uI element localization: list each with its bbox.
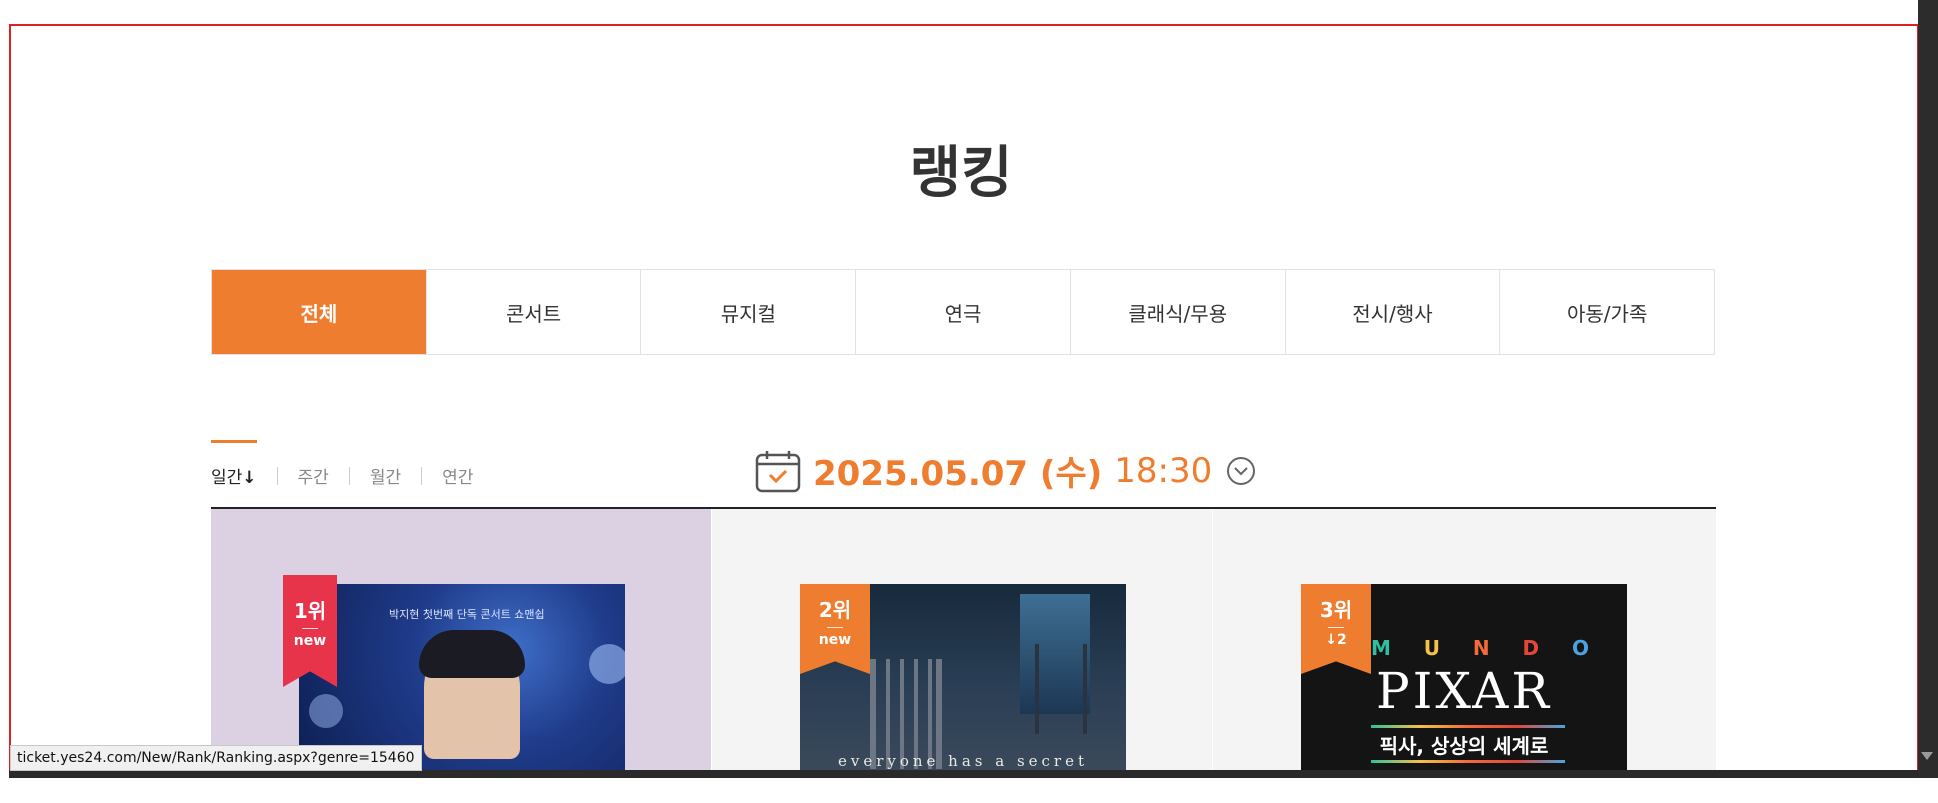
rank-number: 1위	[293, 599, 327, 623]
badge-divider	[1328, 627, 1344, 628]
bokeh-light	[589, 644, 625, 684]
period-divider	[276, 466, 278, 485]
ranking-date: 2025.05.07 (수)	[813, 454, 1103, 494]
rank-change: new	[293, 633, 327, 649]
genre-tab-exhibition[interactable]: 전시/행사	[1284, 270, 1500, 354]
genre-tabs: 전체 콘서트 뮤지컬 연극 클래식/무용 전시/행사 아동/가족	[211, 269, 1715, 355]
genre-tab-play[interactable]: 연극	[855, 270, 1070, 354]
link-status-bar: ticket.yes24.com/New/Rank/Ranking.aspx?g…	[10, 745, 422, 771]
page-title: 랭킹	[909, 141, 1013, 206]
period-tab-yearly[interactable]: 연간	[442, 463, 473, 488]
bokeh-light	[309, 694, 343, 728]
poster-pixar-subtitle: 픽사, 상상의 세계로	[1379, 734, 1549, 758]
ranking-time: 18:30	[1114, 450, 1213, 491]
mundo-letter: N	[1472, 636, 1492, 660]
rank-number: 3위	[1319, 598, 1353, 622]
mundo-letter: M	[1371, 636, 1393, 660]
poster-rainbow-line	[1371, 725, 1565, 728]
calendar-icon	[755, 450, 801, 492]
badge-divider	[302, 628, 318, 629]
poster-rainbow-line	[1371, 760, 1565, 763]
sort-down-arrow: ↓	[242, 468, 257, 488]
badge-divider	[827, 627, 843, 628]
vertical-scrollbar[interactable]	[1918, 0, 1938, 778]
poster-pixar-title: PIXAR	[1376, 662, 1552, 720]
ranking-date-selector: 2025.05.07 (수) 18:30	[755, 446, 1256, 495]
rank-item-1[interactable]: 박지현 첫번째 단독 콘서트 쇼맨쉽 1위 new	[211, 509, 711, 772]
rank-item-2[interactable]: everyone has a secret 2위 new	[712, 509, 1212, 772]
rank-change: new	[818, 632, 852, 648]
rank-number: 2위	[818, 598, 852, 622]
period-tab-daily-label: 일간	[211, 468, 243, 488]
rank-badge-1: 1위 new	[283, 575, 337, 687]
rank-change: ↓2	[1325, 632, 1347, 648]
rank-badge-3: 3위 ↓2	[1301, 584, 1371, 674]
period-tabs: 일간↓ 주간 월간 연간	[211, 463, 473, 488]
period-tab-weekly[interactable]: 주간	[298, 463, 329, 488]
mundo-letter: D	[1522, 636, 1542, 660]
rank-badge-2: 2위 new	[800, 584, 870, 674]
genre-tab-all[interactable]: 전체	[212, 270, 426, 354]
period-tab-daily[interactable]: 일간↓	[211, 463, 257, 488]
poster-mundo: M U N D O	[1371, 636, 1591, 660]
rank-item-3[interactable]: M U N D O PIXAR 픽사, 상상의 세계로 3위 ↓2	[1213, 509, 1716, 772]
poster-rank-2-caption: everyone has a secret	[837, 752, 1089, 770]
genre-tab-kids-family[interactable]: 아동/가족	[1499, 270, 1714, 354]
mundo-letter: O	[1571, 636, 1591, 660]
mundo-letter: U	[1423, 636, 1443, 660]
scroll-down-icon[interactable]	[1921, 752, 1933, 760]
performer-hair	[419, 630, 525, 678]
period-divider	[348, 466, 350, 485]
period-divider	[421, 466, 423, 485]
chevron-down-icon[interactable]	[1226, 456, 1256, 486]
genre-tab-musical[interactable]: 뮤지컬	[640, 270, 855, 354]
period-tab-underline	[211, 440, 257, 443]
genre-tab-concert[interactable]: 콘서트	[425, 270, 641, 354]
poster-chair	[1035, 644, 1087, 734]
poster-rank-1[interactable]: 박지현 첫번째 단독 콘서트 쇼맨쉽	[299, 584, 625, 772]
horizontal-scrollbar[interactable]	[9, 770, 1919, 778]
genre-tab-classic-dance[interactable]: 클래식/무용	[1069, 270, 1285, 354]
period-tab-monthly[interactable]: 월간	[370, 463, 401, 488]
poster-rank-1-caption: 박지현 첫번째 단독 콘서트 쇼맨쉽	[389, 608, 545, 621]
